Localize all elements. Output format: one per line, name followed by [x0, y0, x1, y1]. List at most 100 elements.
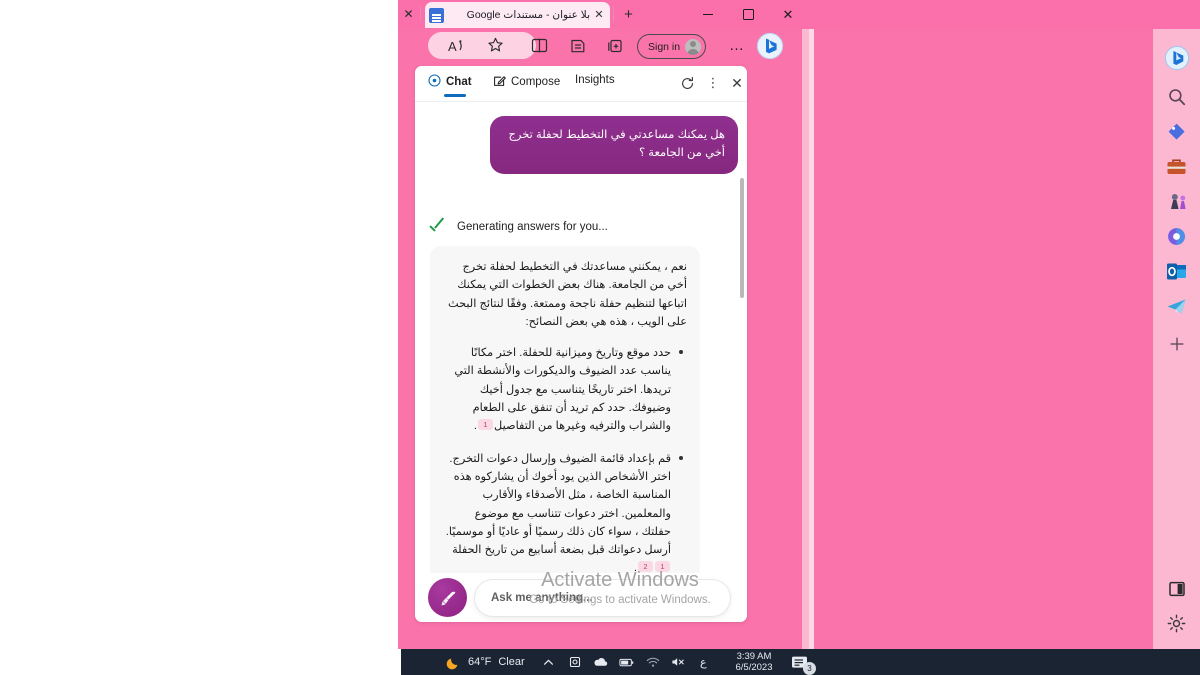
tab-separator: [420, 6, 421, 22]
notification-badge: 3: [803, 662, 816, 675]
citation-badge[interactable]: 2: [638, 561, 653, 573]
assistant-response-card: نعم ، يمكنني مساعدتك في التخطيط لحفلة تخ…: [430, 246, 700, 574]
tab-close-icon-left[interactable]: ✕: [401, 7, 416, 22]
sidebar-item-outlook[interactable]: [1162, 257, 1191, 286]
tab-title: بلا عنوان - مستندات Google: [466, 9, 590, 21]
outlook-icon: [1167, 263, 1186, 280]
weather-temperature: 64°F: [468, 656, 492, 668]
close-window-button[interactable]: ✕: [768, 0, 808, 29]
split-screen-icon[interactable]: [526, 33, 552, 58]
collections-icon[interactable]: [564, 33, 590, 58]
citation-badge[interactable]: 1: [655, 561, 670, 573]
games-icon: [1171, 194, 1186, 209]
bing-copilot-button[interactable]: [756, 32, 784, 60]
chat-bubble-icon: [428, 74, 441, 90]
weather-widget[interactable]: 64°F Clear: [446, 649, 525, 675]
tray-chevron-up-icon[interactable]: [541, 655, 556, 670]
svg-text:A: A: [448, 39, 457, 54]
response-intro: نعم ، يمكنني مساعدتك في التخطيط لحفلة تخ…: [448, 261, 687, 328]
sign-in-label: Sign in: [648, 40, 681, 53]
restore-button[interactable]: [728, 0, 768, 29]
google-docs-favicon: [429, 7, 444, 23]
sidebar-item-shopping[interactable]: [1162, 117, 1191, 146]
browser-more-menu-icon[interactable]: …: [725, 33, 749, 58]
copilot-chat-panel: Chat Compose Insights ⋮ ✕ هل يمكنك مساعد…: [415, 66, 747, 622]
weather-condition: Clear: [498, 656, 525, 668]
sidebar-item-split-screen[interactable]: [1162, 574, 1191, 603]
refresh-icon[interactable]: [677, 73, 697, 93]
sidebar-item-games[interactable]: [1162, 187, 1191, 216]
designer-icon: [1168, 228, 1185, 245]
tab-chat-label: Chat: [446, 76, 472, 88]
tray-battery-icon[interactable]: [619, 655, 634, 670]
chat-composer: Ask me anything...: [415, 573, 747, 622]
clear-conversation-button[interactable]: [428, 578, 467, 617]
tray-wifi-icon[interactable]: [645, 655, 660, 670]
split-screen-icon: [1168, 581, 1185, 596]
edge-browser-window: ✕ بلا عنوان - مستندات Google ✕ + ✕ A Sig…: [398, 0, 1200, 649]
moon-icon: [446, 655, 461, 670]
check-icon: [430, 220, 447, 233]
add-icon: [1170, 337, 1183, 350]
sign-in-button[interactable]: Sign in: [637, 34, 707, 59]
broom-icon: [441, 591, 455, 605]
minimize-button[interactable]: [688, 0, 728, 29]
generating-status-label: Generating answers for you...: [457, 220, 608, 233]
tab-insights[interactable]: Insights: [575, 74, 615, 86]
add-to-collections-icon[interactable]: [602, 33, 628, 58]
screen: ✕ بلا عنوان - مستندات Google ✕ + ✕ A Sig…: [0, 0, 1200, 675]
sidebar-item-bing-copilot[interactable]: [1162, 43, 1191, 72]
avatar: [685, 38, 702, 55]
chat-kebab-menu-icon[interactable]: ⋮: [703, 73, 723, 93]
citation-badge[interactable]: 1: [478, 419, 494, 431]
sidebar-item-search[interactable]: [1162, 82, 1191, 111]
ime-language-indicator[interactable]: ع: [700, 649, 707, 675]
shopping-tag-icon: [1168, 123, 1185, 140]
sidebar-item-add[interactable]: [1162, 329, 1191, 358]
chat-message-list: هل يمكنك مساعدتي في التخطيط لحفلة تخرج أ…: [415, 102, 747, 574]
sidebar-item-designer[interactable]: [1162, 222, 1191, 251]
page-content-area: [0, 0, 401, 649]
favorites-star-icon[interactable]: [482, 33, 508, 58]
bullet-tail: .: [473, 420, 478, 433]
tab-compose[interactable]: Compose: [493, 74, 560, 90]
user-message-bubble: هل يمكنك مساعدتي في التخطيط لحفلة تخرج أ…: [490, 116, 738, 174]
system-tray: [541, 649, 686, 675]
active-tab-indicator: [444, 94, 466, 97]
browser-toolbar: A Sign in …: [398, 29, 1200, 62]
clock-date: 6/5/2023: [735, 662, 773, 673]
window-edge-inner: [809, 0, 814, 649]
list-item: قم بإعداد قائمة الضيوف وإرسال دعوات التخ…: [443, 450, 683, 574]
compose-pencil-icon: [493, 74, 506, 90]
response-bullet-list: حدد موقع وتاريخ وميزانية للحفلة. اختر مك…: [443, 344, 687, 574]
new-tab-button[interactable]: +: [619, 5, 638, 24]
bullet-text: قم بإعداد قائمة الضيوف وإرسال دعوات التخ…: [445, 452, 671, 557]
clock-time: 3:39 AM: [736, 650, 772, 662]
windows-taskbar: 64°F Clear ع 3:39 AM 6/5/2023 3: [401, 649, 1200, 675]
chat-close-icon[interactable]: ✕: [727, 73, 747, 93]
sidebar-item-tools[interactable]: [1162, 152, 1191, 181]
window-edge: [802, 0, 809, 649]
tab-close-icon[interactable]: ✕: [592, 8, 606, 22]
read-aloud-icon[interactable]: A: [444, 33, 470, 58]
chat-scrollbar[interactable]: [740, 178, 744, 298]
sidebar-item-telegram[interactable]: [1162, 292, 1191, 321]
tab-chat[interactable]: Chat: [428, 74, 472, 90]
tray-onedrive-icon[interactable]: [593, 655, 608, 670]
list-item: حدد موقع وتاريخ وميزانية للحفلة. اختر مك…: [443, 344, 683, 435]
tray-camera-icon[interactable]: [567, 655, 582, 670]
ask-input[interactable]: Ask me anything...: [475, 580, 730, 616]
telegram-icon: [1167, 299, 1186, 314]
taskbar-clock[interactable]: 3:39 AM 6/5/2023: [724, 649, 784, 675]
tab-separator-2: [613, 6, 614, 22]
tab-strip: ✕ بلا عنوان - مستندات Google ✕ + ✕: [398, 0, 1200, 29]
tab-insights-label: Insights: [575, 74, 615, 86]
generating-status-row: Generating answers for you...: [430, 220, 608, 233]
tray-volume-muted-icon[interactable]: [671, 655, 686, 670]
search-icon: [1168, 88, 1185, 105]
bing-copilot-icon: [1164, 45, 1189, 70]
sidebar-item-settings[interactable]: [1162, 609, 1191, 638]
chat-panel-header: Chat Compose Insights ⋮ ✕: [415, 66, 747, 102]
tab-compose-label: Compose: [511, 76, 561, 88]
browser-tab[interactable]: بلا عنوان - مستندات Google ✕: [425, 2, 610, 28]
